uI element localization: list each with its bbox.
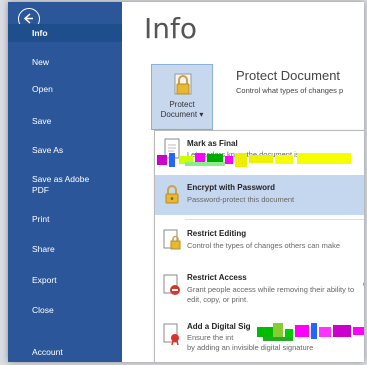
nav-share[interactable]: Share: [8, 244, 122, 255]
nav-save[interactable]: Save: [8, 116, 122, 127]
nav-save-as-adobe-pdf[interactable]: Save as Adobe PDF: [8, 174, 122, 196]
submenu-arrow-icon: ▸: [363, 280, 364, 288]
render-artifact: [257, 323, 364, 341]
backstage-sidebar: Info New Open Save Save As Save as Adobe…: [8, 2, 122, 362]
menu-item-add-digital-signature[interactable]: Add a Digital Sig Ensure the int by addi…: [155, 317, 364, 362]
menu-item-restrict-access[interactable]: Restrict Access Grant people access whil…: [155, 268, 364, 316]
page-title: Info: [144, 12, 197, 45]
menu-separator: [185, 219, 364, 220]
backstage-window: Info New Open Save Save As Save as Adobe…: [8, 2, 364, 362]
protect-document-menu: Mark as Final Let readers know the docum…: [154, 130, 364, 362]
info-pane: Info Protect Document ▾ Protect Document…: [122, 2, 364, 362]
protect-document-button[interactable]: Protect Document ▾: [151, 64, 213, 130]
lock-document-icon: [174, 73, 192, 95]
menu-item-restrict-editing[interactable]: Restrict Editing Control the types of ch…: [155, 223, 364, 267]
protect-document-label: Protect Document ▾: [160, 100, 204, 119]
protect-document-title: Protect Document: [236, 68, 341, 83]
menu-item-mark-as-final[interactable]: Mark as Final Let readers know the docum…: [155, 131, 364, 181]
nav-print[interactable]: Print: [8, 214, 122, 225]
nav-export[interactable]: Export: [8, 275, 122, 286]
document-lock-icon: [163, 229, 181, 250]
protect-document-description: Control what types of changes p: [236, 86, 344, 95]
nav-open[interactable]: Open: [8, 84, 122, 95]
nav-info[interactable]: Info: [8, 24, 122, 42]
key-lock-icon: [165, 185, 179, 204]
nav-account[interactable]: Account: [8, 347, 122, 358]
nav-save-as[interactable]: Save As: [8, 145, 122, 156]
no-access-icon: [163, 274, 180, 295]
menu-item-encrypt-with-password[interactable]: Encrypt with Password Password-protect t…: [155, 175, 364, 215]
signature-document-icon: [163, 323, 179, 345]
nav-new[interactable]: New: [8, 57, 122, 68]
render-artifact: [157, 153, 351, 167]
nav-close[interactable]: Close: [8, 305, 122, 316]
